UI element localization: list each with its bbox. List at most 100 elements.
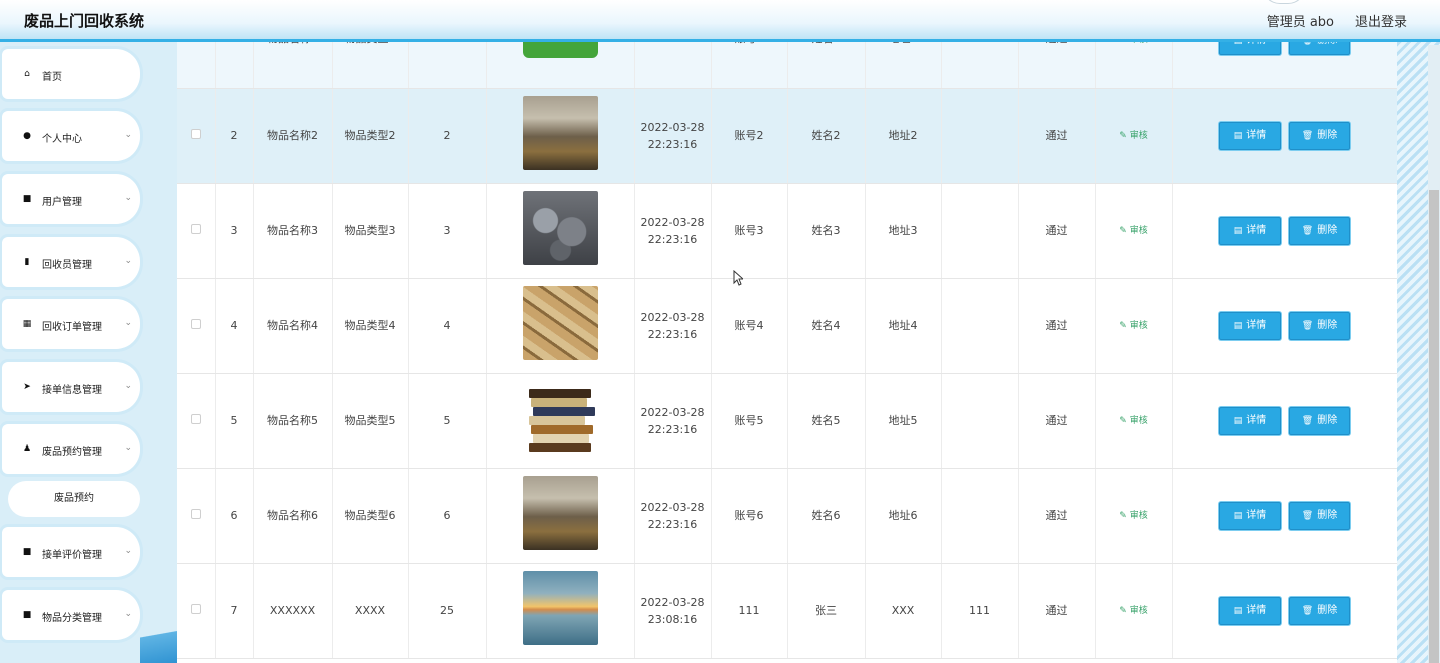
review-cell[interactable]: ✎ 审核: [1095, 563, 1173, 659]
delete-button[interactable]: 🗑︎删除: [1289, 311, 1350, 340]
user-account: 账号2: [711, 88, 788, 184]
item-name: XXXXXX: [253, 563, 333, 659]
table-row[interactable]: 7 XXXXXX XXXX 25 2022-03-28 23:08:16 111 张三 XXX 1…: [177, 563, 1397, 659]
sidebar-item-4[interactable]: ▮ 回收员管理 ⌄: [2, 237, 140, 287]
detail-button-label: 详情: [1246, 129, 1267, 141]
sidebar-item-8[interactable]: ■ 接单评价管理 ⌄: [2, 527, 140, 577]
trash-icon: 🗑︎: [1301, 510, 1314, 521]
table-row[interactable]: 5 物品名称5 物品类型5 5 2022-03-28 22:23:16 账号5 姓名5 地址5 通…: [177, 373, 1397, 469]
sidebar-item-6[interactable]: ➤ 接单信息管理 ⌄: [2, 362, 140, 412]
table-row[interactable]: 6 物品名称6 物品类型6 6 2022-03-28 22:23:16 账号6 姓名6 地址6 通…: [177, 468, 1397, 564]
item-image: [522, 191, 598, 265]
appointment-date: 2022-03-28: [640, 405, 705, 419]
sidebar-item-label: 用户管理: [42, 197, 82, 208]
actions-cell: ▤详情 🗑︎删除: [1172, 468, 1397, 564]
sidebar-item-5[interactable]: ▦ 回收订单管理 ⌄: [2, 299, 140, 349]
item-image-cell: [486, 88, 635, 184]
detail-button[interactable]: ▤详情: [1219, 311, 1281, 340]
review-label: 审核: [1129, 416, 1148, 426]
review-link[interactable]: ✎ 审核: [1119, 131, 1147, 141]
review-cell[interactable]: ✎ 审核: [1095, 88, 1173, 184]
sidebar-item-1[interactable]: ⌂ 首页: [2, 49, 140, 99]
item-image-cell: [486, 563, 635, 659]
document-icon: ▤: [1233, 130, 1243, 141]
item-quantity: 2: [408, 88, 487, 184]
table-row[interactable]: 3 物品名称3 物品类型3 3 2022-03-28 22:23:16 账号3 姓名3 地址3 通…: [177, 183, 1397, 279]
user-name: 姓名4: [787, 278, 866, 374]
user-account: 账号3: [711, 183, 788, 279]
sidebar-item-label: 回收订单管理: [42, 322, 102, 333]
item-type: 物品类型2: [332, 88, 409, 184]
appointment-date: 2022-03-28: [640, 500, 705, 514]
appointment-date: 2022-03-28: [640, 595, 705, 609]
review-status: 通过: [1018, 563, 1096, 659]
item-image-cell: [486, 373, 635, 469]
review-label: 审核: [1129, 131, 1148, 141]
review-cell[interactable]: ✎ 审核: [1095, 278, 1173, 374]
review-link[interactable]: ✎ 审核: [1119, 226, 1147, 236]
row-checkbox-cell[interactable]: [177, 373, 216, 469]
row-index: 4: [215, 278, 254, 374]
row-checkbox-cell[interactable]: [177, 563, 216, 659]
detail-button[interactable]: ▤详情: [1219, 216, 1281, 245]
detail-button-label: 详情: [1246, 224, 1267, 236]
user-account: 账号5: [711, 373, 788, 469]
chevron-down-icon: ⌄: [124, 381, 132, 391]
chevron-down-icon: ⌄: [124, 130, 132, 140]
delete-button-label: 删除: [1317, 319, 1338, 331]
review-link[interactable]: ✎ 审核: [1119, 416, 1147, 426]
delete-button[interactable]: 🗑︎删除: [1289, 596, 1350, 625]
row-checkbox[interactable]: [190, 224, 201, 234]
sidebar-item-9[interactable]: ■ 物品分类管理 ⌄: [2, 590, 140, 640]
delete-button[interactable]: 🗑︎删除: [1289, 216, 1350, 245]
table-row[interactable]: 2 物品名称2 物品类型2 2 2022-03-28 22:23:16 账号2 姓名2 地址2 通…: [177, 88, 1397, 184]
delete-button[interactable]: 🗑︎删除: [1289, 501, 1350, 530]
item-quantity: 3: [408, 183, 487, 279]
review-status: 通过: [1018, 278, 1096, 374]
appointment-clock: 22:23:16: [647, 232, 698, 246]
review-cell[interactable]: ✎ 审核: [1095, 468, 1173, 564]
item-name: 物品名称2: [253, 88, 333, 184]
review-link[interactable]: ✎ 审核: [1119, 321, 1147, 331]
row-checkbox[interactable]: [190, 319, 201, 329]
sidebar-item-2[interactable]: ● 个人中心 ⌄: [2, 111, 140, 161]
item-quantity: 25: [408, 563, 487, 659]
delete-button[interactable]: 🗑︎删除: [1289, 121, 1350, 150]
submenu-item-appointment[interactable]: 废品预约: [8, 481, 140, 517]
row-checkbox[interactable]: [190, 604, 201, 614]
detail-button[interactable]: ▤详情: [1219, 406, 1281, 435]
chevron-down-icon: ⌄: [124, 318, 132, 328]
vertical-scrollbar[interactable]: [1428, 45, 1440, 663]
detail-button[interactable]: ▤详情: [1219, 501, 1281, 530]
logout-link[interactable]: 退出登录: [1355, 11, 1407, 30]
scrollbar-thumb[interactable]: [1429, 190, 1439, 663]
review-label: 审核: [1129, 226, 1148, 236]
apps-icon: ▦: [22, 319, 32, 329]
row-checkbox[interactable]: [190, 414, 201, 424]
review-cell[interactable]: ✎ 审核: [1095, 183, 1173, 279]
detail-button[interactable]: ▤详情: [1219, 121, 1281, 150]
delete-button[interactable]: 🗑︎删除: [1289, 406, 1350, 435]
delete-button-label: 删除: [1317, 224, 1338, 236]
row-checkbox-cell[interactable]: [177, 468, 216, 564]
item-image-cell: [486, 183, 635, 279]
row-checkbox[interactable]: [190, 129, 201, 139]
row-checkbox-cell[interactable]: [177, 183, 216, 279]
row-checkbox[interactable]: [190, 509, 201, 519]
sidebar-item-7[interactable]: ♟ 废品预约管理 ⌄: [2, 424, 140, 474]
sidebar-item-label: 废品预约管理: [42, 447, 102, 458]
item-quantity: 5: [408, 373, 487, 469]
review-cell[interactable]: ✎ 审核: [1095, 373, 1173, 469]
delete-button-label: 删除: [1317, 509, 1338, 521]
review-label: 审核: [1129, 606, 1148, 616]
home-icon: ⌂: [24, 69, 30, 79]
appointment-clock: 22:23:16: [647, 422, 698, 436]
detail-button[interactable]: ▤详情: [1219, 596, 1281, 625]
row-checkbox-cell[interactable]: [177, 88, 216, 184]
table-row[interactable]: 4 物品名称4 物品类型4 4 2022-03-28 22:23:16 账号4 姓名4 地址4 通…: [177, 278, 1397, 374]
row-checkbox-cell[interactable]: [177, 278, 216, 374]
sidebar-item-label: 接单信息管理: [42, 385, 102, 396]
review-link[interactable]: ✎ 审核: [1119, 606, 1147, 616]
sidebar-item-3[interactable]: ■ 用户管理 ⌄: [2, 174, 140, 224]
review-link[interactable]: ✎ 审核: [1119, 511, 1147, 521]
